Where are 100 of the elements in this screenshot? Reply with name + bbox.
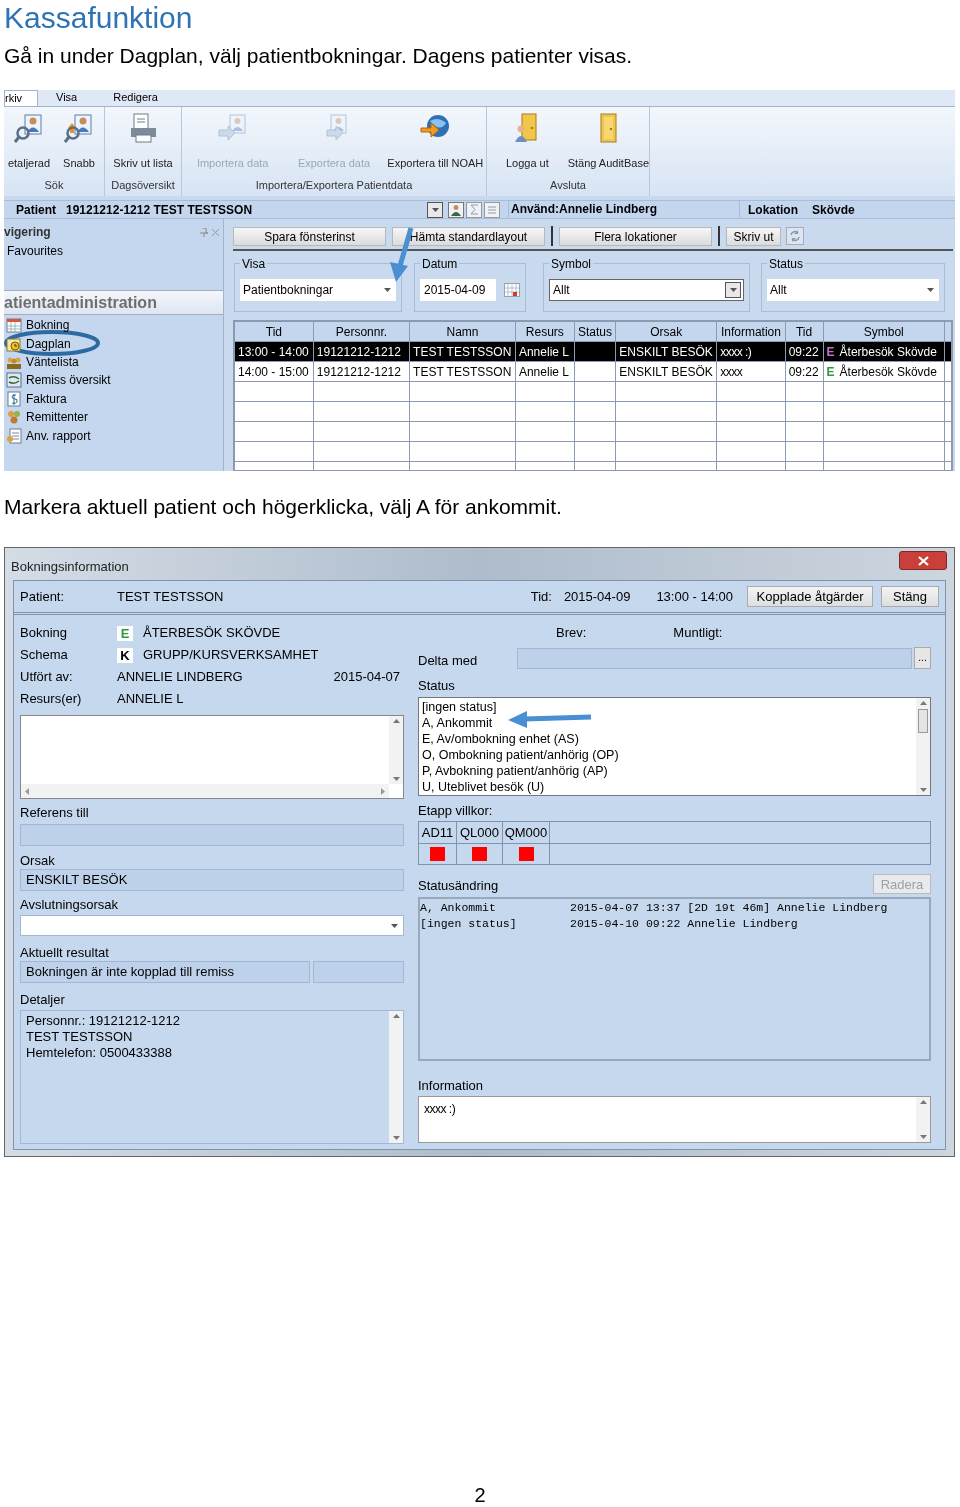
stage-code: QL000 (457, 822, 503, 843)
person-icon[interactable] (448, 201, 464, 218)
column-header[interactable]: Information (716, 321, 786, 342)
nav-item[interactable]: Dagplan (4, 334, 71, 353)
field-label: Tid: (530, 587, 552, 606)
scroll-up-icon[interactable] (919, 1100, 927, 1104)
menu-tab[interactable]: Redigera (95, 90, 176, 106)
sum-icon[interactable] (466, 201, 482, 218)
scroll-up-icon[interactable] (919, 701, 927, 705)
table-cell: 09:22 (785, 341, 824, 362)
closing-reason-dropdown[interactable] (20, 915, 404, 936)
symbol-name: Återbesök Skövde (839, 363, 937, 381)
reference-field[interactable] (20, 824, 404, 846)
close-button[interactable] (899, 551, 947, 570)
notes-textarea[interactable] (20, 715, 404, 799)
menu-tab[interactable]: rkiv (4, 90, 38, 106)
table-row[interactable]: 14:00 - 15:00 19121212-1212 TEST TESTSSON Annelie L ENSKILT BESÖK xxxx 09:22 E Återbesök Skövde (234, 361, 952, 382)
menu-tab[interactable]: Visa (38, 90, 96, 106)
details-textarea[interactable]: Personnr.: 19121212-1212 TEST TESTSSON Hemtelefon: 0500433388 (20, 1010, 404, 1144)
list-option[interactable]: [ingen status] (422, 699, 916, 715)
dropdown[interactable]: Allt (549, 278, 744, 301)
ribbon-group-label: Dagsöversikt (110, 178, 176, 193)
scroll-up-icon[interactable] (392, 1014, 400, 1018)
list-option[interactable]: A, Ankommit (422, 715, 916, 731)
scroll-up-icon[interactable] (392, 719, 400, 723)
column-header[interactable]: Symbol (823, 321, 945, 342)
field-label: Detaljer (20, 992, 66, 1008)
table-row[interactable]: 13:00 - 14:00 19121212-1212 TEST TESTSSON Annelie L ENSKILT BESÖK xxxx :) 09:22 E Återbesök Skövde (234, 341, 952, 362)
table-cell: Annelie L (515, 361, 575, 382)
close-icon[interactable] (212, 228, 219, 236)
nav-item[interactable]: Remittenter (4, 407, 89, 427)
result-field[interactable]: Bokningen är inte kopplad till remiss (20, 961, 310, 983)
column-header[interactable]: Personnr. (313, 321, 410, 342)
scrollbar[interactable] (389, 716, 403, 784)
scrollbar[interactable] (21, 784, 389, 798)
nav-item[interactable]: Remiss översikt (4, 371, 111, 390)
scrollbar[interactable] (916, 1097, 930, 1142)
dropdown-arrow-icon (729, 287, 737, 292)
dialog-button[interactable]: Kopplade åtgärder (747, 586, 873, 607)
nav-item[interactable]: Faktura (4, 389, 67, 408)
table-cell: 14:00 - 15:00 (234, 361, 314, 382)
scroll-down-icon[interactable] (392, 1136, 400, 1140)
ribbon-button[interactable]: Exportera till NOAH (384, 107, 486, 177)
printer-icon (128, 113, 158, 143)
dropdown[interactable]: Allt (767, 278, 939, 301)
pin-icon[interactable] (200, 227, 208, 237)
detail-line: Hemtelefon: 0500433388 (26, 1045, 173, 1061)
list-option[interactable]: P, Avbokning patient/anhörig (AP) (422, 763, 916, 779)
scroll-down-icon[interactable] (392, 777, 400, 781)
scrollbar[interactable] (389, 1011, 403, 1143)
scrollbar[interactable] (916, 698, 930, 795)
symbol-letter: E (826, 343, 835, 361)
nav-item[interactable]: Väntelista (4, 352, 79, 372)
nav-item[interactable]: Anv. rapport (4, 426, 91, 445)
scroll-left-icon[interactable] (25, 787, 29, 795)
column-header[interactable]: Tid (234, 321, 314, 342)
list-option[interactable]: O, Ombokning patient/anhörig (OP) (422, 747, 916, 763)
status-listbox[interactable]: [ingen status] A, Ankommit E, Av/ombokning enhet (AS) O, Ombokning patient/anhörig (OP) P, Avbokning patient/anhörig (AP) U, Uteblivet besök (U) (418, 697, 931, 796)
toolbar-button[interactable]: Hämta standardlayout (392, 226, 545, 246)
condition-square (472, 847, 487, 861)
scroll-down-icon[interactable] (919, 788, 927, 792)
table-cell: ENSKILT BESÖK (615, 341, 717, 362)
dialog-button[interactable]: Stäng (881, 586, 939, 607)
calendar-icon[interactable] (504, 282, 520, 297)
ribbon-button[interactable]: Snabb (54, 107, 104, 177)
column-header[interactable]: Namn (409, 321, 516, 342)
result-extra-field[interactable] (313, 961, 404, 983)
scroll-thumb[interactable] (918, 709, 928, 733)
table-cell: xxxx (716, 361, 786, 382)
reason-field[interactable]: ENSKILT BESÖK (20, 869, 404, 891)
information-textarea[interactable]: xxxx :) (418, 1096, 931, 1143)
browse-button[interactable]: ... (914, 647, 931, 669)
field-label: Schema (20, 646, 69, 665)
ribbon-button[interactable]: Stäng AuditBase (567, 107, 649, 177)
toolbar-button[interactable]: Skriv ut (726, 226, 781, 246)
column-header[interactable]: Tid (785, 321, 824, 342)
table-cell: 09:22 (785, 361, 824, 382)
column-header[interactable]: Orsak (615, 321, 717, 342)
column-header[interactable]: Status (574, 321, 616, 342)
ribbon-button[interactable]: Logga ut (487, 107, 568, 177)
date-field[interactable]: 2015-04-09 (420, 278, 496, 301)
dropdown[interactable]: Patientbokningar (240, 278, 396, 301)
refresh-icon[interactable] (786, 227, 804, 245)
group-label: Status (768, 255, 805, 273)
scroll-right-icon[interactable] (381, 787, 385, 795)
patient-dropdown[interactable]: 19121212-1212 TEST TESTSSON (66, 201, 444, 218)
ribbon-button[interactable]: Skriv ut lista (105, 107, 181, 177)
list-option[interactable]: U, Uteblivet besök (U) (422, 779, 916, 795)
column-header[interactable]: Resurs (515, 321, 575, 342)
toolbar-button[interactable]: Spara fönsterinst (233, 226, 386, 246)
list-option[interactable]: E, Av/ombokning enhet (AS) (422, 731, 916, 747)
list-icon[interactable] (484, 201, 500, 218)
nav-item[interactable]: Favourites (4, 243, 223, 259)
toolbar-button[interactable]: Flera lokationer (559, 226, 712, 246)
nav-item[interactable]: Bokning (4, 316, 70, 335)
ribbon-button[interactable]: etaljerad (4, 107, 54, 177)
scroll-down-icon[interactable] (919, 1135, 927, 1139)
table-cell: 19121212-1212 (313, 341, 410, 362)
participants-field[interactable] (517, 647, 912, 669)
person-search-icon (64, 113, 94, 143)
